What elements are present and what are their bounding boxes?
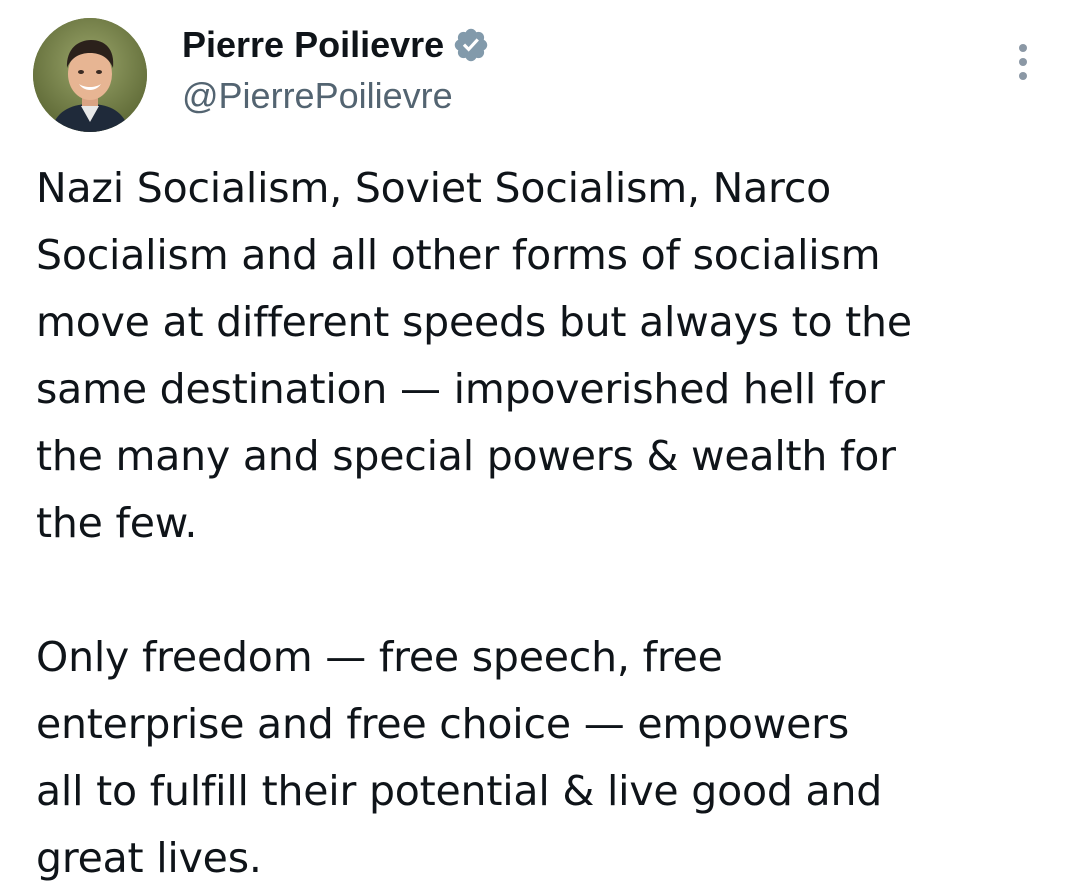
more-dot: [1019, 44, 1027, 52]
more-dot: [1019, 58, 1027, 66]
avatar[interactable]: [33, 18, 147, 132]
tweet-line: all to fulfill their potential & live go…: [36, 767, 883, 815]
author-name-row[interactable]: Pierre Poilievre: [182, 24, 490, 66]
tweet-line: move at different speeds but always to t…: [36, 298, 912, 346]
tweet-line: great lives.: [36, 834, 262, 882]
tweet-line: Only freedom — free speech, free: [36, 633, 723, 681]
tweet-line: enterprise and free choice — empowers: [36, 700, 849, 748]
more-options-icon[interactable]: [1005, 38, 1041, 86]
tweet-line: the many and special powers & wealth for: [36, 432, 896, 480]
tweet-line: Nazi Socialism, Soviet Socialism, Narco: [36, 164, 832, 212]
tweet-line: the few.: [36, 499, 198, 547]
author-display-name[interactable]: Pierre Poilievre: [182, 24, 444, 66]
verified-badge-icon: [452, 26, 490, 64]
tweet-text: Nazi Socialism, Soviet Socialism, Narco …: [36, 155, 1056, 892]
avatar-photo: [33, 18, 147, 132]
tweet-line: Socialism and all other forms of sociali…: [36, 231, 881, 279]
more-dot: [1019, 72, 1027, 80]
author-handle[interactable]: @PierrePoilievre: [182, 75, 453, 117]
tweet-line: same destination — impoverished hell for: [36, 365, 885, 413]
